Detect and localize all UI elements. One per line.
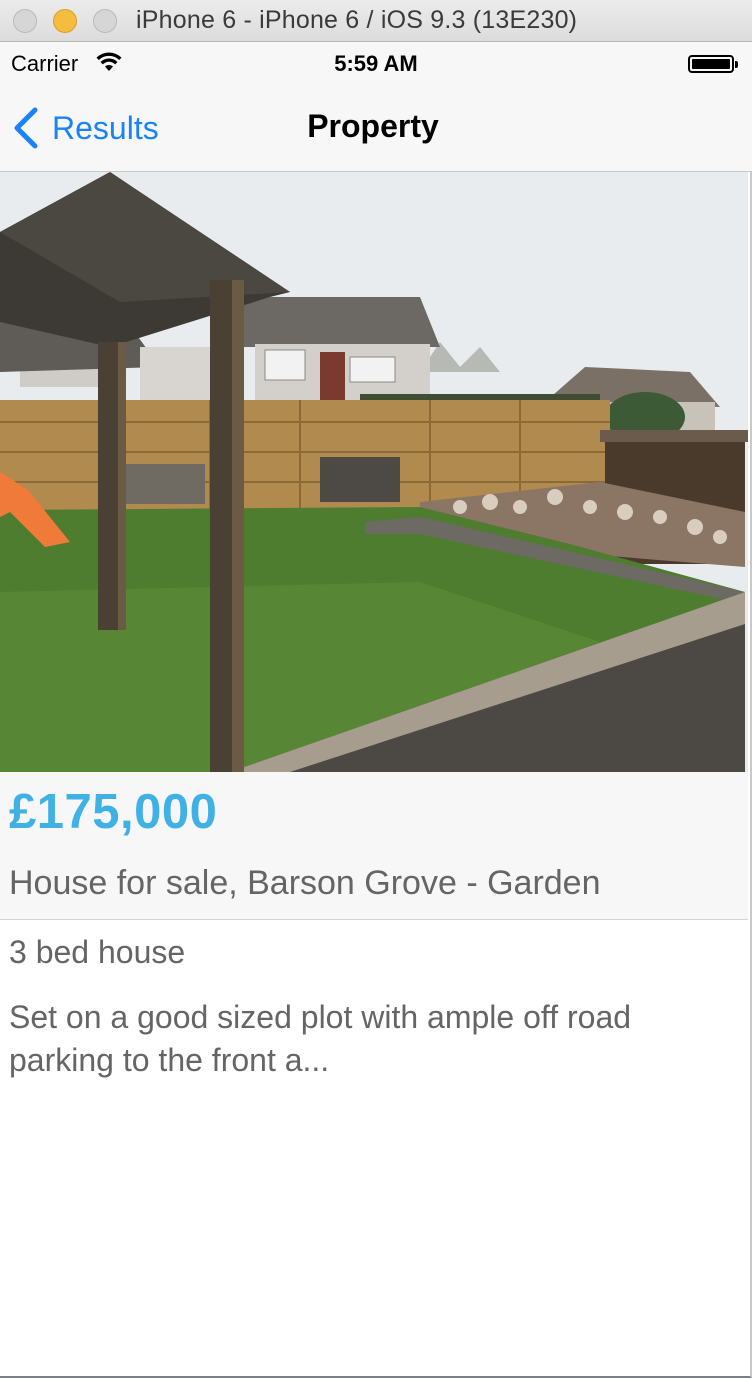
bedrooms-label: 3 bed house [9,934,186,970]
zoom-window-button[interactable] [93,9,117,33]
page-title: Property [307,108,439,144]
simulator-window: iPhone 6 - iPhone 6 / iOS 9.3 (13E230) C… [0,0,752,1378]
window-titlebar: iPhone 6 - iPhone 6 / iOS 9.3 (13E230) [0,0,752,42]
property-price: £175,000 [9,785,218,839]
price-header: £175,000 House for sale, Barson Grove - … [0,772,748,920]
navigation-bar: Results Property [0,84,752,172]
property-title: House for sale, Barson Grove - Garden [9,864,601,902]
ios-status-bar: Carrier 5:59 AM [0,42,752,84]
close-window-button[interactable] [13,9,37,33]
minimize-window-button[interactable] [53,9,77,33]
status-time: 5:59 AM [334,51,418,76]
property-photo [0,172,748,772]
garden-image [0,172,748,772]
property-summary: Set on a good sized plot with ample off … [9,999,632,1078]
window-title: iPhone 6 - iPhone 6 / iOS 9.3 (13E230) [136,6,578,34]
battery-icon [688,55,738,73]
